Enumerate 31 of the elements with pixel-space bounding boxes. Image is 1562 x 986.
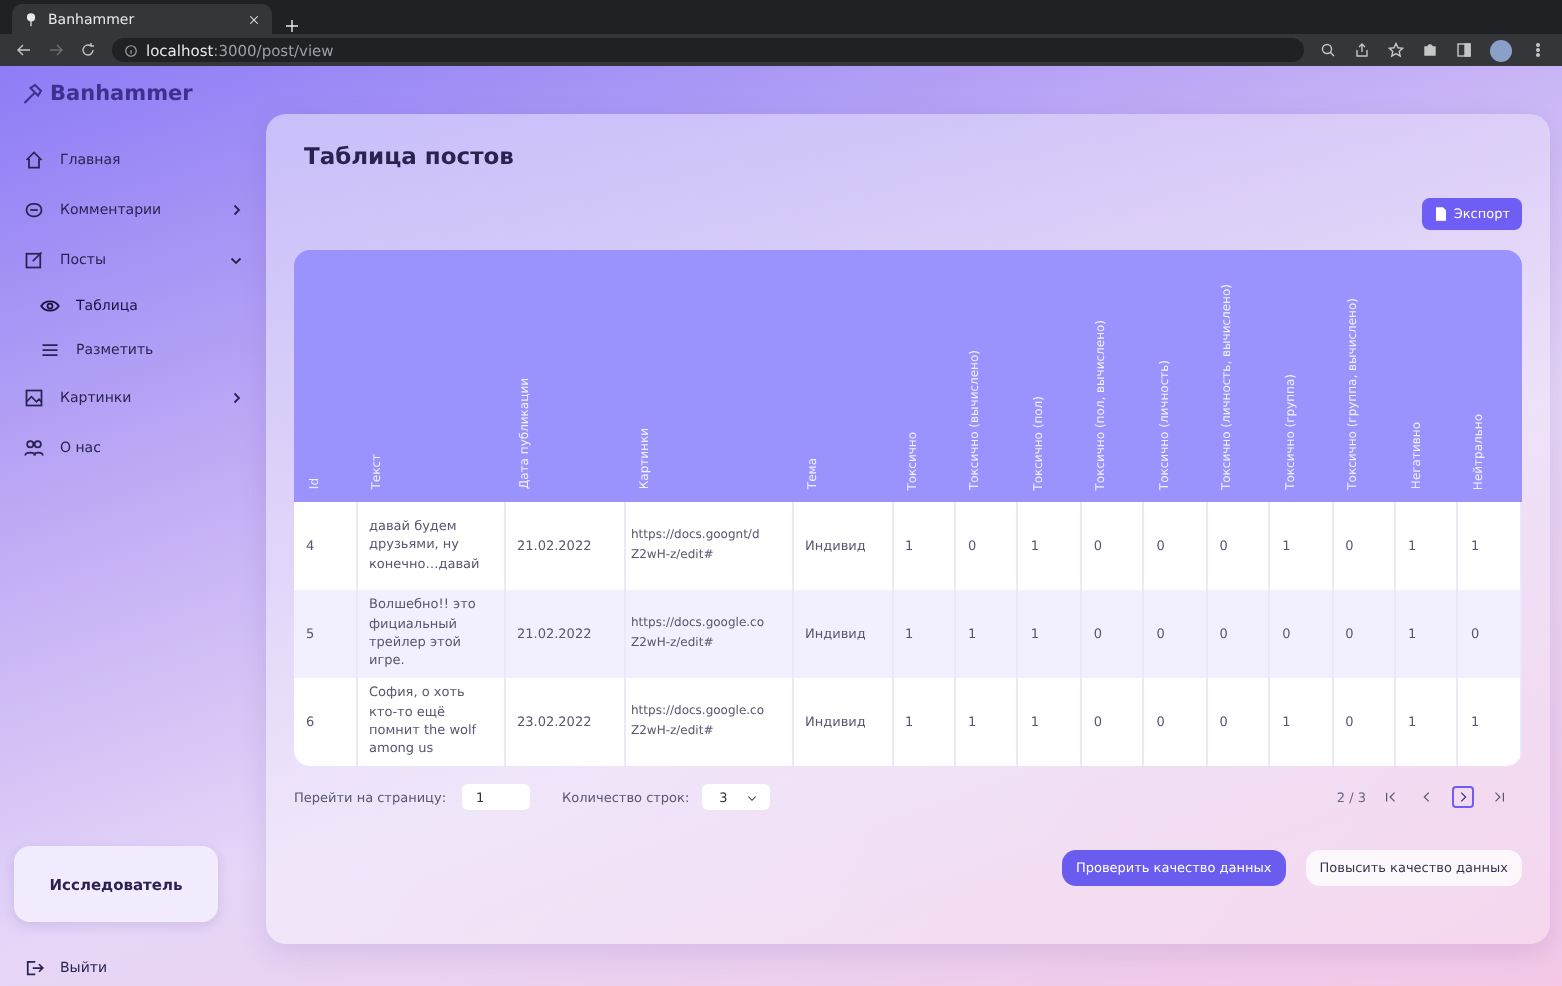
- chevron-left-icon: [1420, 790, 1434, 804]
- edit-icon: [24, 249, 44, 269]
- chevron-down-icon: [745, 791, 758, 803]
- pin-icon: [24, 11, 38, 27]
- home-icon: [24, 149, 44, 169]
- plus-icon: [284, 18, 300, 34]
- people-icon: [24, 437, 44, 457]
- eye-icon: [40, 296, 60, 316]
- file-icon: [1433, 206, 1448, 222]
- zoom-icon: [1320, 42, 1336, 58]
- list-icon: [40, 340, 60, 360]
- close-icon: [248, 13, 260, 25]
- avatar[interactable]: [1490, 39, 1512, 61]
- sidebar-icon: [1456, 42, 1472, 58]
- info-icon: [124, 43, 138, 57]
- first-icon: [1384, 790, 1398, 804]
- page-title: Таблица постов: [304, 142, 516, 170]
- star-icon: [1388, 42, 1404, 58]
- image-icon: [24, 387, 44, 407]
- last-icon: [1492, 790, 1506, 804]
- more-icon: [1530, 42, 1546, 58]
- back-icon: [16, 42, 32, 58]
- reload-icon: [80, 42, 96, 58]
- forward-icon: [48, 42, 64, 58]
- logo-text: Banhammer: [50, 82, 193, 106]
- logout-icon: [24, 958, 44, 978]
- chat-icon: [24, 199, 44, 219]
- chevron-right-icon: [1456, 790, 1470, 804]
- next-page-button[interactable]: [1452, 786, 1474, 808]
- hammer-icon: [20, 82, 44, 106]
- share-icon: [1354, 42, 1370, 58]
